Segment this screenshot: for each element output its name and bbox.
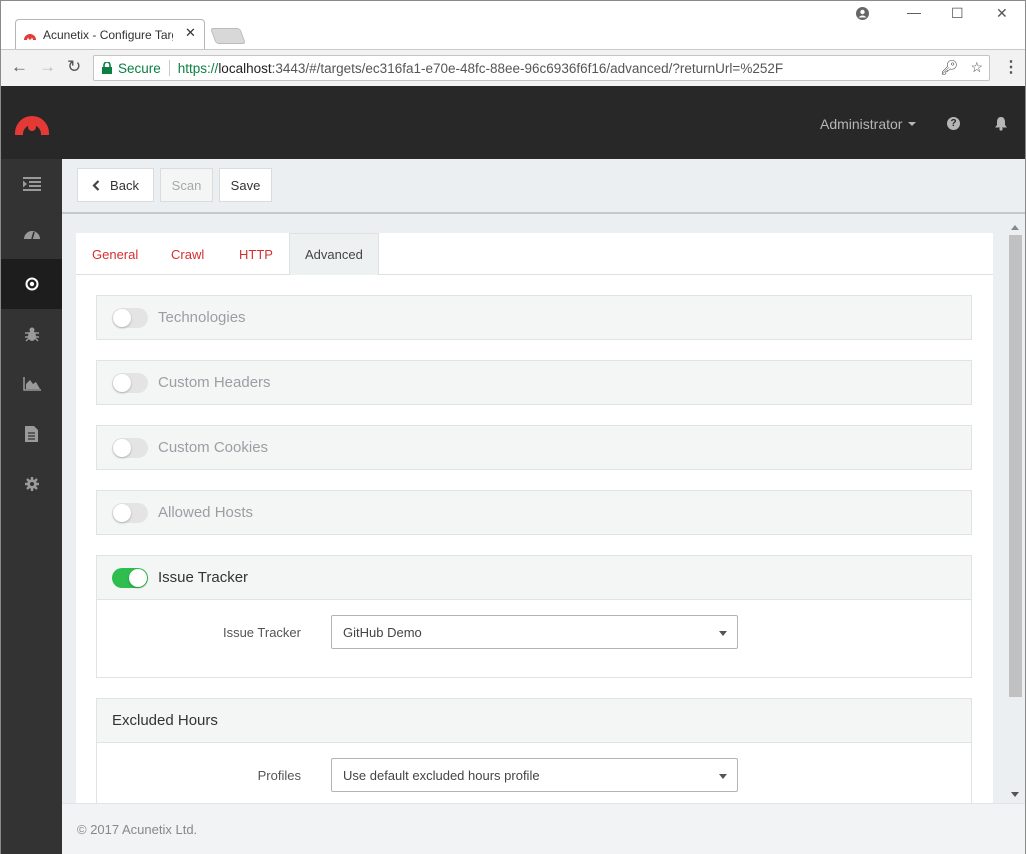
excluded-hours-profile-select[interactable]: Use default excluded hours profile bbox=[331, 758, 738, 792]
browser-tab-content: Acunetix - Configure Targ bbox=[23, 25, 173, 45]
sidebar bbox=[1, 159, 62, 854]
bookmark-star-icon[interactable]: ☆ bbox=[970, 59, 983, 76]
sidebar-item-dashboard[interactable] bbox=[1, 209, 62, 259]
chevron-left-icon bbox=[92, 179, 100, 191]
new-tab-button[interactable] bbox=[210, 28, 246, 44]
back-nav-icon[interactable]: ← bbox=[11, 57, 28, 77]
custom-headers-panel: Custom Headers bbox=[96, 360, 972, 405]
tab-advanced-label: Advanced bbox=[305, 247, 363, 262]
browser-window: Acunetix - Configure Targ ✕ — ☐ ✕ ← → ↻ … bbox=[0, 0, 1026, 854]
tab-general-label: General bbox=[92, 246, 139, 262]
save-button[interactable]: Save bbox=[219, 168, 272, 202]
url-bar[interactable]: Secure https://localhost:3443/#/targets/… bbox=[93, 55, 990, 81]
scrollbar-thumb[interactable] bbox=[1009, 235, 1022, 697]
tab-crawl[interactable]: Crawl bbox=[171, 233, 204, 275]
issue-tracker-panel: Issue Tracker Issue Tracker GitHub Demo bbox=[96, 555, 972, 678]
issue-tracker-toggle[interactable] bbox=[112, 567, 148, 588]
address-row: ← → ↻ Secure https://localhost:3443/#/ta… bbox=[1, 49, 1025, 86]
scroll-down-icon[interactable] bbox=[1011, 792, 1019, 797]
reload-icon[interactable]: ↻ bbox=[67, 57, 81, 77]
sidebar-item-menu-toggle[interactable] bbox=[1, 159, 62, 209]
lock-icon bbox=[102, 62, 112, 74]
copyright-text: © 2017 Acunetix Ltd. bbox=[77, 821, 198, 837]
profile-icon[interactable] bbox=[856, 7, 869, 23]
custom-cookies-toggle[interactable] bbox=[112, 437, 148, 458]
sidebar-item-vulnerabilities[interactable] bbox=[1, 309, 62, 359]
target-settings-card: General Crawl HTTP Advanced Technologies… bbox=[76, 233, 993, 803]
scan-button-label: Scan bbox=[171, 177, 202, 193]
back-button[interactable]: Back bbox=[77, 168, 154, 202]
issue-tracker-select-value: GitHub Demo bbox=[343, 624, 422, 640]
dropdown-caret-icon bbox=[719, 631, 727, 636]
scroll-up-icon[interactable] bbox=[1011, 225, 1019, 230]
sidebar-item-reports[interactable] bbox=[1, 409, 62, 459]
tab-http-label: HTTP bbox=[239, 246, 273, 262]
allowed-hosts-toggle[interactable] bbox=[112, 502, 148, 523]
custom-headers-toggle[interactable] bbox=[112, 372, 148, 393]
sidebar-item-scans[interactable] bbox=[1, 359, 62, 409]
key-icon[interactable]: 🔑︎ bbox=[941, 59, 959, 76]
settings-tabs: General Crawl HTTP Advanced bbox=[76, 233, 993, 275]
title-bar: Acunetix - Configure Targ ✕ — ☐ ✕ bbox=[1, 1, 1025, 49]
technologies-toggle[interactable] bbox=[112, 307, 148, 328]
issue-tracker-select[interactable]: GitHub Demo bbox=[331, 615, 738, 649]
excluded-hours-label: Excluded Hours bbox=[112, 712, 218, 729]
acunetix-logo-icon[interactable] bbox=[14, 107, 50, 135]
file-text-icon bbox=[25, 426, 38, 442]
maximize-icon[interactable]: ☐ bbox=[951, 5, 964, 22]
dropdown-caret-icon bbox=[719, 774, 727, 779]
bell-icon[interactable] bbox=[994, 116, 1008, 131]
browser-menu-icon[interactable]: ⋮ bbox=[1003, 57, 1019, 77]
allowed-hosts-panel: Allowed Hosts bbox=[96, 490, 972, 535]
tab-general[interactable]: General bbox=[92, 233, 138, 275]
custom-headers-label: Custom Headers bbox=[158, 374, 271, 391]
action-toolbar: Back Scan Save bbox=[62, 159, 1025, 214]
custom-cookies-panel: Custom Cookies bbox=[96, 425, 972, 470]
save-button-label: Save bbox=[230, 177, 261, 193]
close-window-icon[interactable]: ✕ bbox=[996, 5, 1008, 22]
excluded-hours-select-value: Use default excluded hours profile bbox=[343, 767, 540, 783]
user-name: Administrator bbox=[820, 116, 903, 132]
url-text[interactable]: https://localhost:3443/#/targets/ec316fa… bbox=[170, 61, 783, 76]
minimize-icon[interactable]: — bbox=[907, 4, 921, 20]
footer: © 2017 Acunetix Ltd. bbox=[62, 803, 1025, 854]
custom-cookies-label: Custom Cookies bbox=[158, 439, 269, 456]
url-scheme: https:// bbox=[177, 60, 219, 76]
tab-title: Acunetix - Configure Targ bbox=[43, 28, 173, 42]
app: Administrator ? Back Scan Save General C… bbox=[1, 86, 1025, 854]
sidebar-item-targets[interactable] bbox=[1, 259, 62, 309]
tab-advanced[interactable]: Advanced bbox=[289, 233, 379, 275]
excluded-hours-panel: Excluded Hours Profiles Use default excl… bbox=[96, 698, 972, 803]
sidebar-item-settings[interactable] bbox=[1, 459, 62, 509]
tab-close-icon[interactable]: ✕ bbox=[185, 25, 196, 41]
top-navbar: Administrator ? bbox=[1, 86, 1025, 159]
tab-crawl-label: Crawl bbox=[171, 246, 205, 262]
forward-nav-icon[interactable]: → bbox=[39, 57, 56, 77]
area-chart-icon bbox=[22, 377, 41, 391]
tab-http[interactable]: HTTP bbox=[239, 233, 273, 275]
back-button-label: Back bbox=[110, 177, 139, 193]
technologies-panel: Technologies bbox=[96, 295, 972, 340]
profiles-field-label: Profiles bbox=[257, 768, 301, 783]
content-scrollbar[interactable] bbox=[1006, 219, 1025, 803]
url-host: localhost bbox=[218, 60, 272, 76]
secure-indicator[interactable]: Secure bbox=[94, 60, 170, 76]
acunetix-favicon-icon bbox=[24, 34, 36, 40]
caret-down-icon bbox=[908, 122, 917, 126]
target-icon bbox=[25, 277, 38, 291]
issue-tracker-label: Issue Tracker bbox=[158, 569, 249, 586]
issue-tracker-field-label: Issue Tracker bbox=[222, 625, 301, 640]
gear-icon bbox=[24, 477, 39, 491]
indent-icon bbox=[22, 177, 41, 191]
user-menu[interactable]: Administrator bbox=[820, 116, 917, 132]
url-path: :3443/#/targets/ec316fa1-e70e-48fc-88ee-… bbox=[271, 60, 784, 76]
scan-button[interactable]: Scan bbox=[160, 168, 213, 202]
technologies-label: Technologies bbox=[158, 309, 246, 326]
main-area: Back Scan Save General Crawl HTTP Advanc… bbox=[62, 159, 1025, 854]
allowed-hosts-label: Allowed Hosts bbox=[158, 504, 254, 521]
secure-label: Secure bbox=[118, 60, 161, 76]
help-icon[interactable]: ? bbox=[947, 117, 960, 130]
bug-icon bbox=[24, 327, 39, 341]
dashboard-gauge-icon bbox=[23, 231, 40, 240]
